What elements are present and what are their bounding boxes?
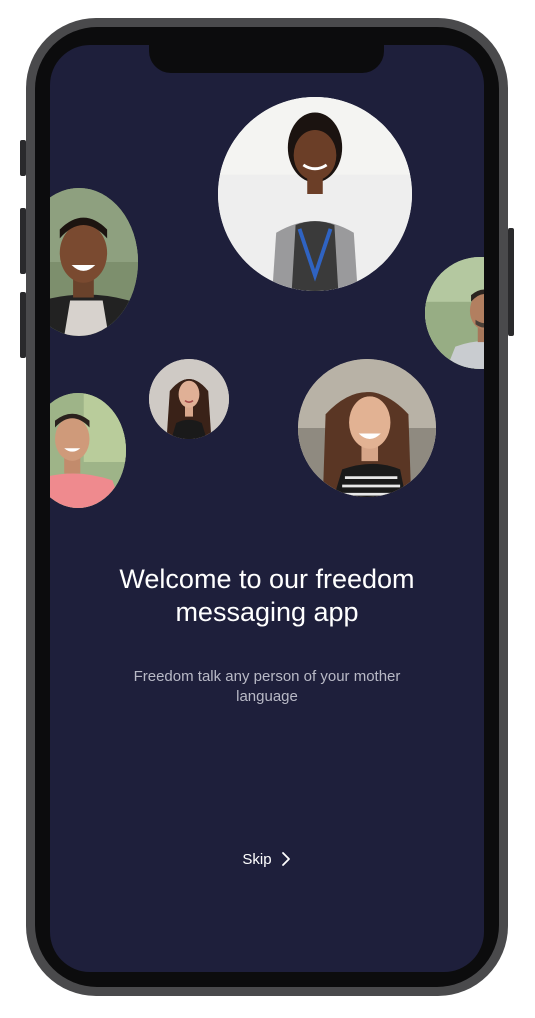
chevron-right-icon <box>280 851 292 867</box>
notch <box>149 45 384 73</box>
welcome-title: Welcome to our freedom messaging app <box>119 564 415 627</box>
onboarding-screen: Welcome to our freedom messaging app Fre… <box>50 45 484 972</box>
skip-button[interactable]: Skip <box>220 844 314 874</box>
power-button <box>508 228 514 336</box>
avatar-older-man <box>425 257 484 369</box>
avatar-woman-with-lanyard <box>218 97 412 291</box>
avatar-long-haired-woman <box>149 359 229 439</box>
avatar-smiling-woman-striped-top <box>298 359 436 497</box>
welcome-subtitle: Freedom talk any person of your mother l… <box>133 668 401 705</box>
avatar-smiling-man <box>50 188 138 336</box>
avatar-man-pink-shirt <box>50 393 126 508</box>
skip-label: Skip <box>242 850 272 868</box>
